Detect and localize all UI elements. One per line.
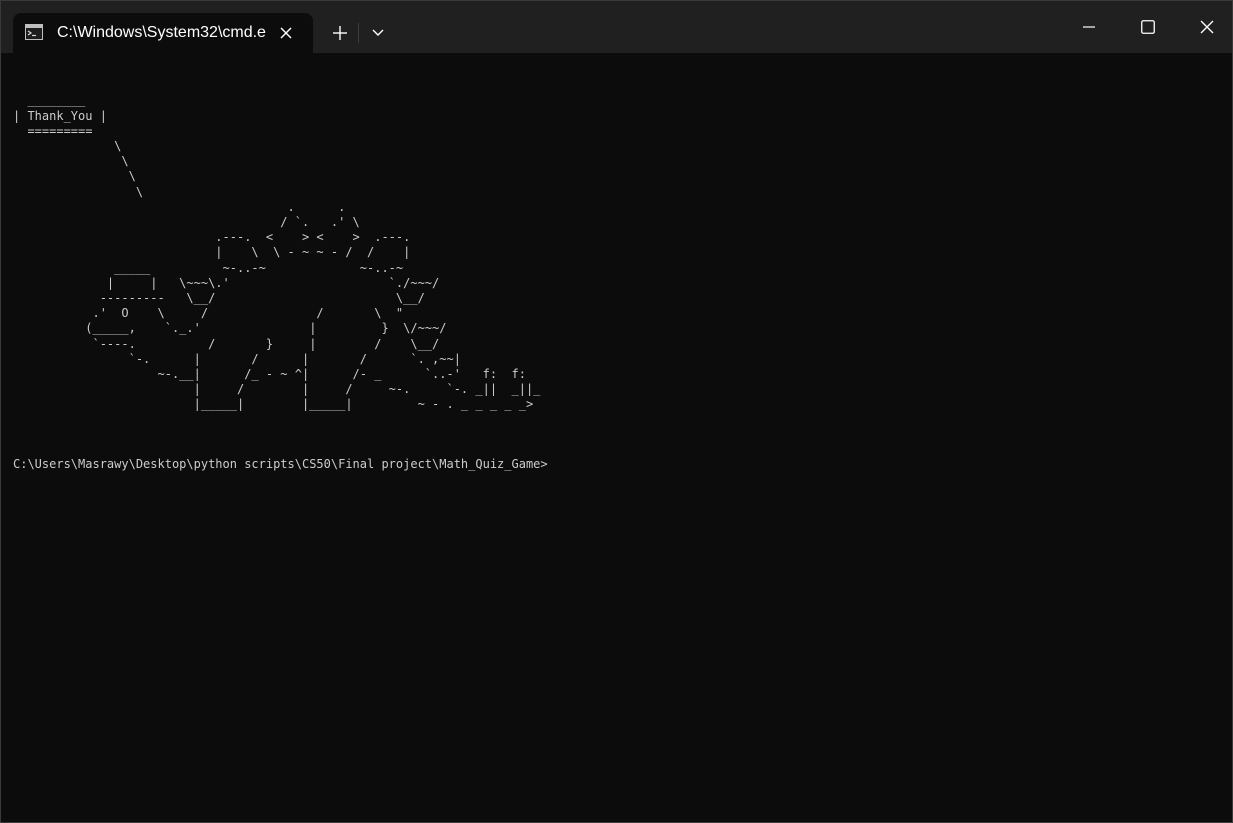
command-prompt: C:\Users\Masrawy\Desktop\python scripts\… <box>13 457 548 472</box>
titlebar-divider <box>358 23 359 43</box>
chevron-down-icon <box>372 29 384 37</box>
maximize-icon <box>1141 20 1155 34</box>
close-icon <box>1200 20 1214 34</box>
command-prompt-line[interactable]: C:\Users\Masrawy\Desktop\python scripts\… <box>13 457 1224 472</box>
minimize-icon <box>1083 26 1095 28</box>
close-window-button[interactable] <box>1178 1 1232 53</box>
plus-icon <box>333 26 347 40</box>
tab-dropdown-button[interactable] <box>360 15 396 51</box>
new-tab-button[interactable] <box>322 15 358 51</box>
title-bar[interactable]: C:\Windows\System32\cmd.e <box>1 1 1232 53</box>
tab-title: C:\Windows\System32\cmd.e <box>57 24 266 41</box>
ascii-art-output: ________ | Thank_You | ========= \ \ \ \… <box>13 93 541 412</box>
cmd-icon <box>25 24 43 40</box>
terminal-window: C:\Windows\System32\cmd.e ________ | Tha… <box>0 0 1233 823</box>
maximize-button[interactable] <box>1119 1 1177 53</box>
tab-cmd[interactable]: C:\Windows\System32\cmd.e <box>13 13 313 53</box>
close-tab-icon[interactable] <box>275 22 297 44</box>
minimize-button[interactable] <box>1060 1 1118 53</box>
console-output[interactable]: ________ | Thank_You | ========= \ \ \ \… <box>13 63 1224 814</box>
